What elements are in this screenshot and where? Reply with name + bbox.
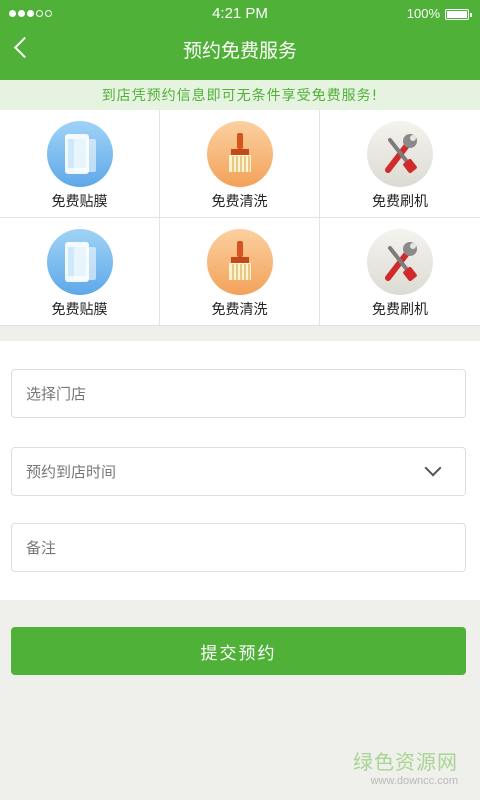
service-flash-2[interactable]: 免费刷机 <box>320 218 480 326</box>
phone-film-icon <box>46 229 113 295</box>
brush-icon <box>206 121 273 187</box>
tools-icon <box>367 121 433 187</box>
service-label: 免费刷机 <box>372 302 428 318</box>
battery-percent: 100% <box>406 6 440 21</box>
note-field-placeholder: 备注 <box>26 539 57 557</box>
watermark-url: www.downcc.com <box>370 775 458 787</box>
watermark: 绿色资源网 www.downcc.com <box>353 746 458 787</box>
note-field[interactable]: 备注 <box>11 523 466 572</box>
watermark-title: 绿色资源网 <box>353 750 458 774</box>
service-film-2[interactable]: 免费贴膜 <box>0 218 160 326</box>
service-film-1[interactable]: 免费贴膜 <box>0 110 160 218</box>
submit-button[interactable]: 提交预约 <box>11 627 466 675</box>
notice-banner: 到店凭预约信息即可无条件享受免费服务! <box>0 80 480 110</box>
service-label: 免费清洗 <box>211 302 268 318</box>
brush-icon <box>206 229 273 295</box>
service-label: 免费刷机 <box>372 194 428 210</box>
status-bar: 4:21 PM 100% <box>0 0 480 28</box>
tools-icon <box>367 229 433 295</box>
store-select[interactable]: 选择门店 <box>11 369 466 418</box>
service-clean-2[interactable]: 免费清洗 <box>160 218 320 326</box>
service-label: 免费贴膜 <box>51 194 108 210</box>
time-select-placeholder: 预约到店时间 <box>26 463 117 481</box>
chevron-down-icon[interactable] <box>424 459 442 477</box>
phone-film-icon <box>46 121 113 187</box>
battery-icon <box>445 9 472 20</box>
page-title: 预约免费服务 <box>182 40 297 62</box>
service-clean-1[interactable]: 免费清洗 <box>160 110 320 218</box>
service-label: 免费清洗 <box>211 194 268 210</box>
service-grid: 免费贴膜 免费清洗 免费刷机 免费贴膜 免费清洗 免费刷机 <box>0 110 480 326</box>
service-label: 免费贴膜 <box>51 302 108 318</box>
service-flash-1[interactable]: 免费刷机 <box>320 110 480 218</box>
time-select[interactable]: 预约到店时间 <box>11 447 466 496</box>
store-select-placeholder: 选择门店 <box>26 385 87 403</box>
